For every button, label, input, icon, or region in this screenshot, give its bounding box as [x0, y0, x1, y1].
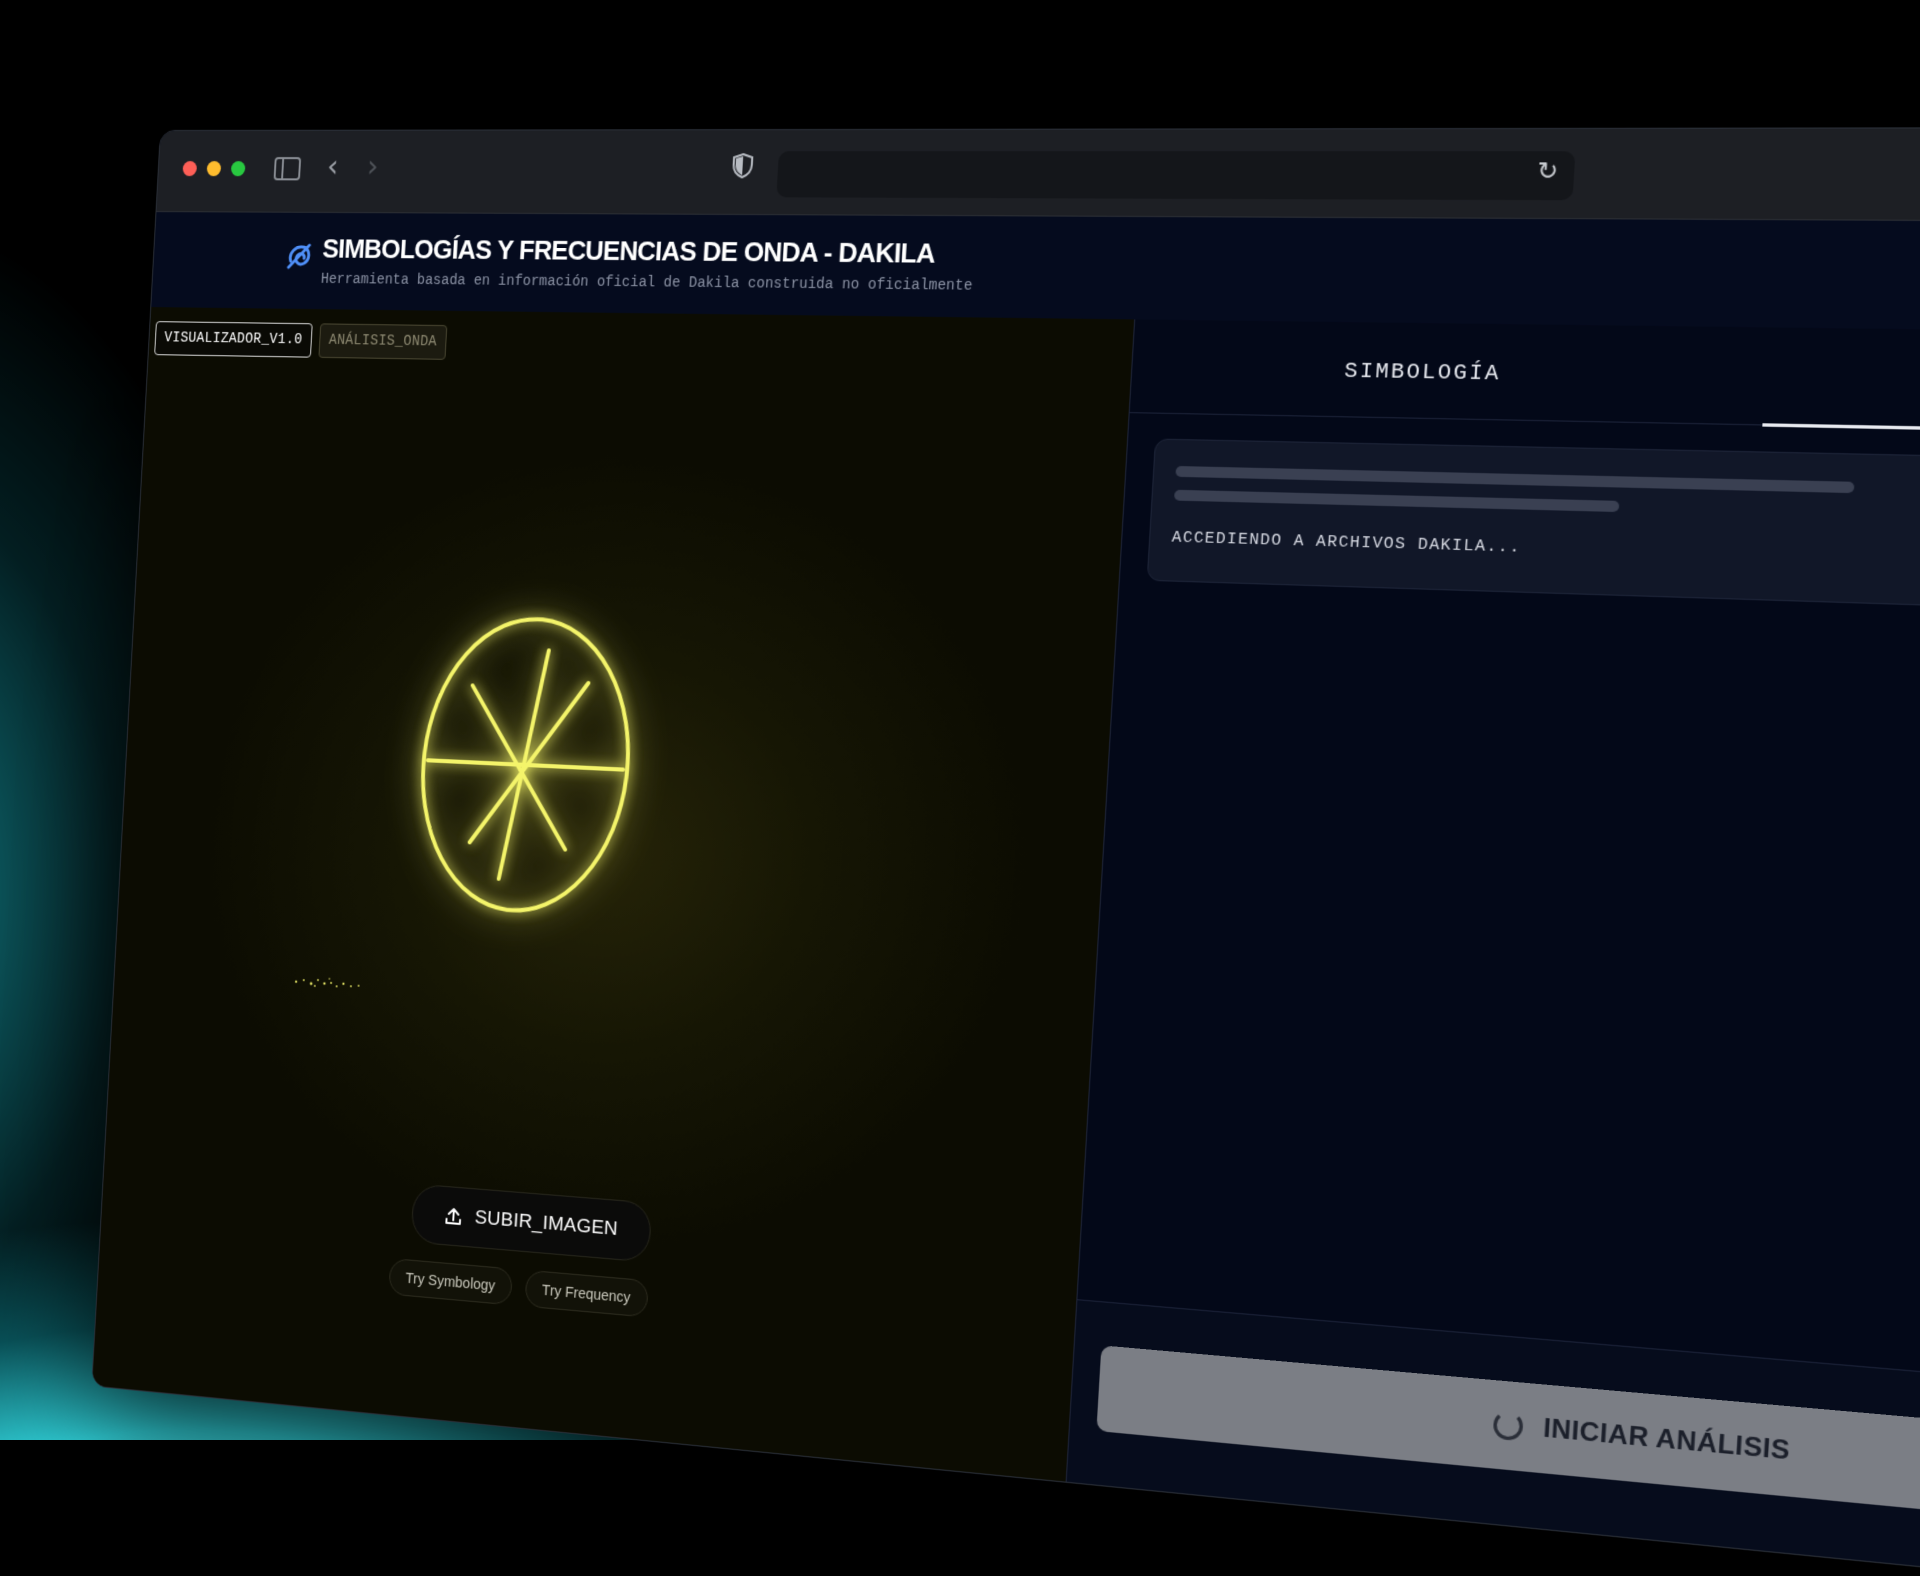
frequency-symbol [390, 606, 661, 926]
skeleton-line [1173, 489, 1620, 513]
logo-icon [283, 239, 317, 274]
page-subtitle: Herramienta basada en información oficia… [320, 271, 973, 295]
try-frequency-button[interactable]: Try Frequency [524, 1269, 649, 1318]
badge-analisis-onda[interactable]: ANÁLISIS_ONDA [318, 323, 448, 360]
reload-icon[interactable]: ↻ [1536, 158, 1559, 186]
upload-icon [443, 1205, 463, 1227]
visualizer-badges: VISUALIZADOR_V1.0 ANÁLISIS_ONDA [154, 321, 448, 360]
tab-simbologia[interactable]: SIMBOLOGÍA [1344, 359, 1502, 387]
skeleton-line [1175, 465, 1855, 494]
forward-icon[interactable]: › [366, 149, 379, 185]
address-bar[interactable]: ↻ [776, 151, 1576, 201]
shield-icon[interactable] [732, 153, 754, 178]
close-window-button[interactable] [182, 161, 198, 177]
glowing-wheel-symbol [390, 606, 661, 926]
panel-footer: INICIAR ANÁLISIS [1066, 1299, 1920, 1576]
upload-image-button[interactable]: SUBIR_IMAGEN [410, 1183, 653, 1263]
main-content: VISUALIZADOR_V1.0 ANÁLISIS_ONDA SUBIR_IM… [92, 307, 1920, 1576]
analysis-tabs: SIMBOLOGÍA F [1129, 319, 1920, 437]
back-icon[interactable]: ‹ [326, 149, 339, 185]
browser-window: ‹ › ↻ SIMBOLOGÍAS Y FRECUENCIAS DE ONDA … [91, 126, 1920, 1576]
start-analysis-button[interactable]: INICIAR ANÁLISIS [1096, 1345, 1920, 1541]
analysis-panel: SIMBOLOGÍA F ACCEDIENDO A ARCHIVOS DAKIL… [1066, 319, 1920, 1576]
loading-card: ACCEDIENDO A ARCHIVOS DAKILA... [1146, 438, 1920, 616]
sidebar-icon[interactable] [273, 157, 302, 181]
spinner-icon [1492, 1409, 1524, 1442]
badge-visualizador[interactable]: VISUALIZADOR_V1.0 [154, 321, 313, 358]
active-tab-indicator [1762, 423, 1920, 437]
start-analysis-label: INICIAR ANÁLISIS [1542, 1413, 1792, 1467]
visualizer-panel: VISUALIZADOR_V1.0 ANÁLISIS_ONDA SUBIR_IM… [92, 307, 1136, 1482]
sparkle-particles [294, 977, 360, 988]
upload-label: SUBIR_IMAGEN [474, 1206, 619, 1241]
try-symbology-button[interactable]: Try Symbology [388, 1257, 513, 1306]
zoom-window-button[interactable] [230, 161, 246, 177]
window-controls [182, 161, 246, 177]
minimize-window-button[interactable] [206, 161, 222, 177]
try-buttons: Try Symbology Try Frequency [388, 1257, 649, 1318]
loading-status: ACCEDIENDO A ARCHIVOS DAKILA... [1171, 528, 1522, 558]
browser-toolbar: ‹ › ↻ [156, 127, 1920, 223]
page-title: SIMBOLOGÍAS Y FRECUENCIAS DE ONDA - DAKI… [321, 233, 936, 270]
